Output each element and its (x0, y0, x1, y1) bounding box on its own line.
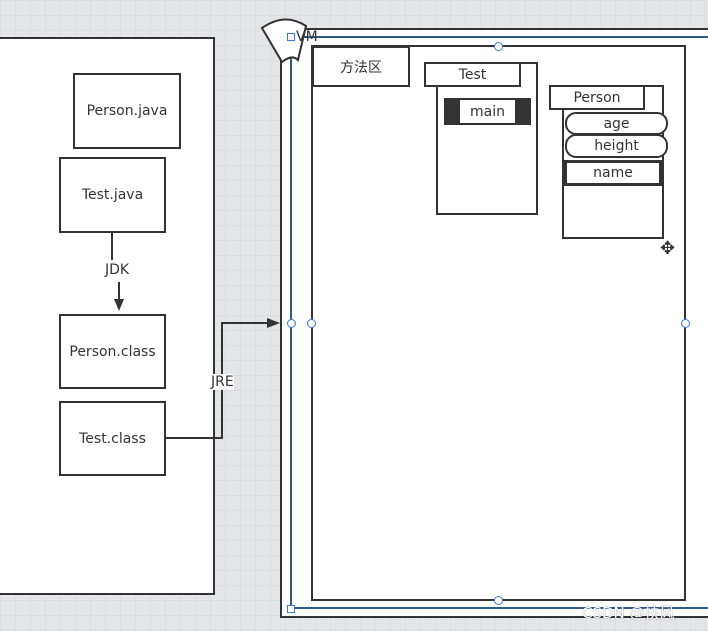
field-name[interactable]: name (564, 160, 662, 186)
connection-point-left-outer[interactable] (287, 319, 296, 328)
label: Person (573, 89, 621, 106)
label: 方法区 (340, 59, 382, 76)
person-class-header[interactable]: Person (549, 85, 645, 110)
jdk-label: JDK (105, 262, 130, 278)
label: age (603, 115, 630, 132)
resize-handle-bottom-left[interactable] (287, 605, 295, 613)
jdk-arrowhead (114, 299, 124, 311)
method-area-box[interactable]: 方法区 (312, 46, 410, 87)
field-height[interactable]: height (565, 134, 668, 158)
label: main (470, 103, 505, 120)
resize-handle-top-left[interactable] (287, 33, 295, 41)
jre-label: JRE (211, 374, 234, 390)
watermark: CSDN @扶风 (582, 604, 675, 622)
label: height (594, 138, 639, 154)
label: Test (458, 66, 487, 83)
vm-label: VM (296, 29, 318, 45)
move-cursor-icon: ✥ (660, 238, 676, 259)
jre-arrowhead (267, 318, 280, 328)
label: name (593, 165, 633, 181)
connection-point-left-inner[interactable] (307, 319, 316, 328)
field-age[interactable]: age (565, 112, 668, 135)
connection-point-right[interactable] (681, 319, 690, 328)
test-class-header[interactable]: Test (424, 62, 521, 87)
main-method-box[interactable]: main (444, 98, 531, 125)
connection-point-bottom[interactable] (494, 596, 503, 605)
connection-point-top[interactable] (494, 42, 503, 51)
